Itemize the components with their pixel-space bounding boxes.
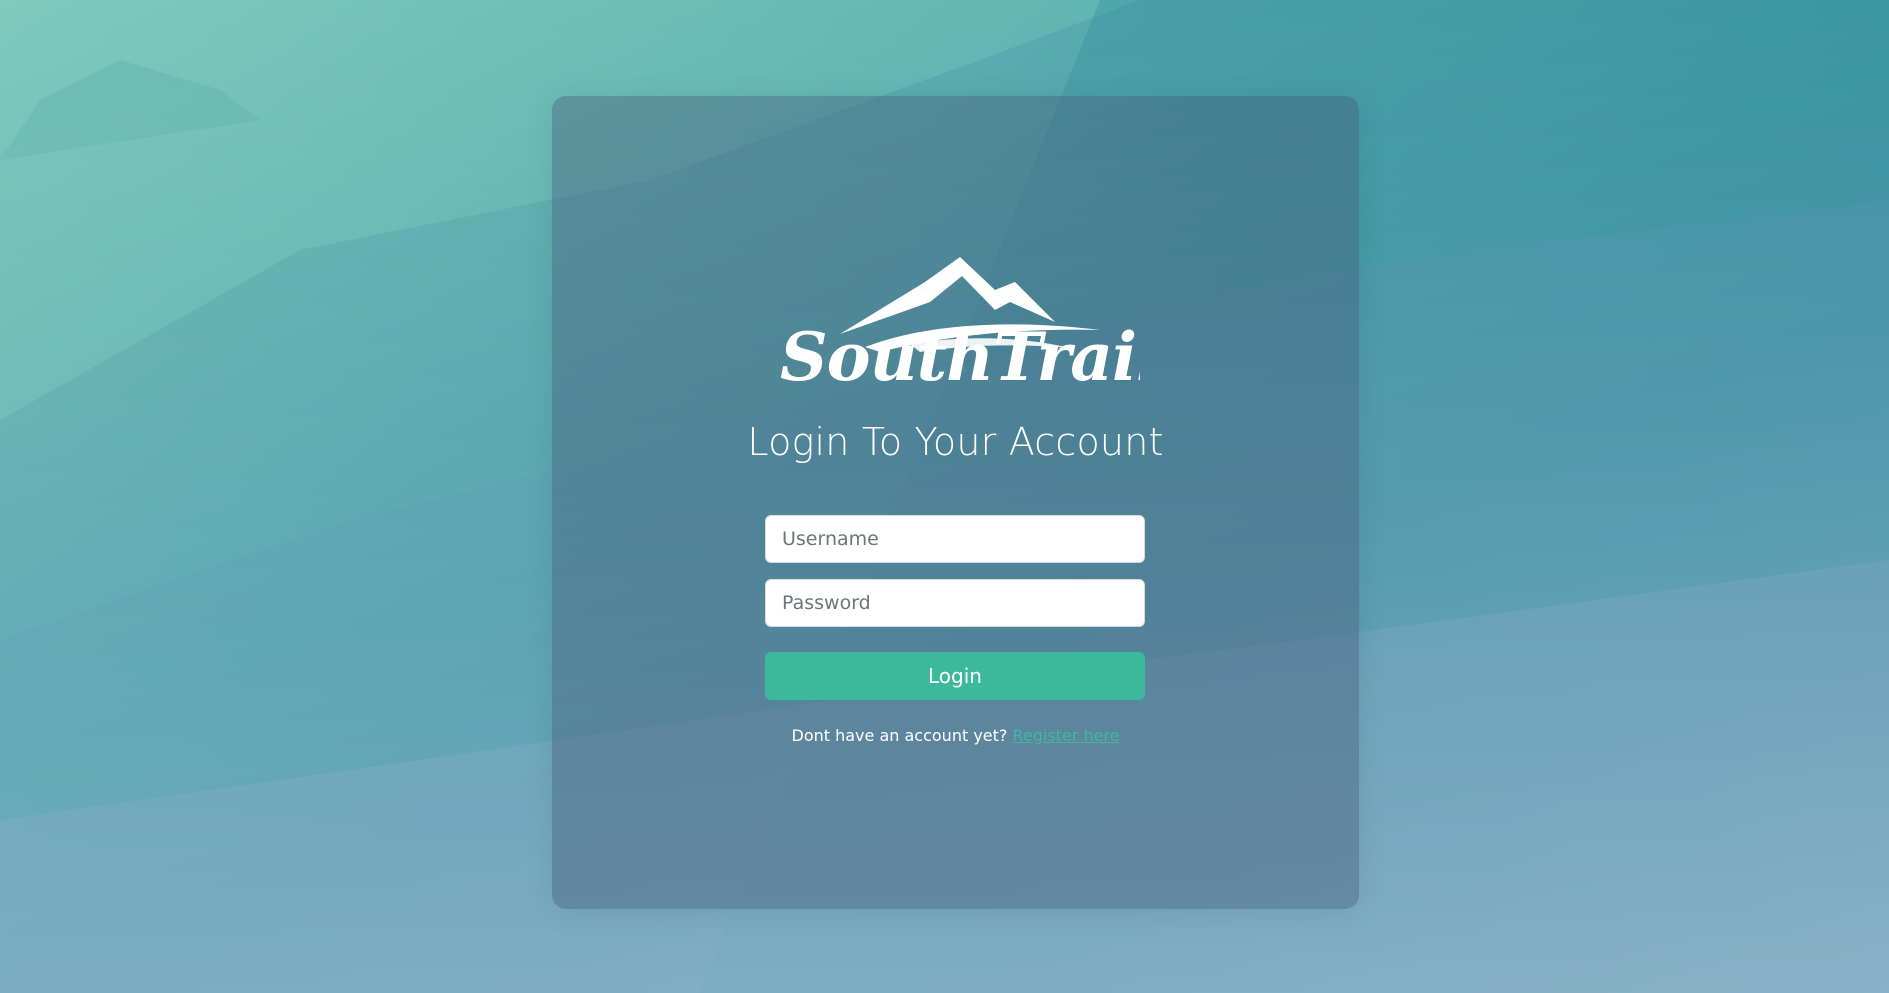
logo-text: SouthTrails [780, 318, 1140, 392]
register-prompt-text: Dont have an account yet? [791, 726, 1008, 745]
login-card [552, 96, 1359, 909]
login-button[interactable]: Login [765, 652, 1145, 700]
mountain-logo-icon: SouthTrails [780, 257, 1140, 392]
register-link[interactable]: Register here [1012, 726, 1119, 745]
page-title: Login To Your Account [747, 420, 1164, 464]
password-input[interactable] [765, 579, 1145, 627]
register-prompt-line: Dont have an account yet? Register here [552, 726, 1359, 745]
username-input[interactable] [765, 515, 1145, 563]
